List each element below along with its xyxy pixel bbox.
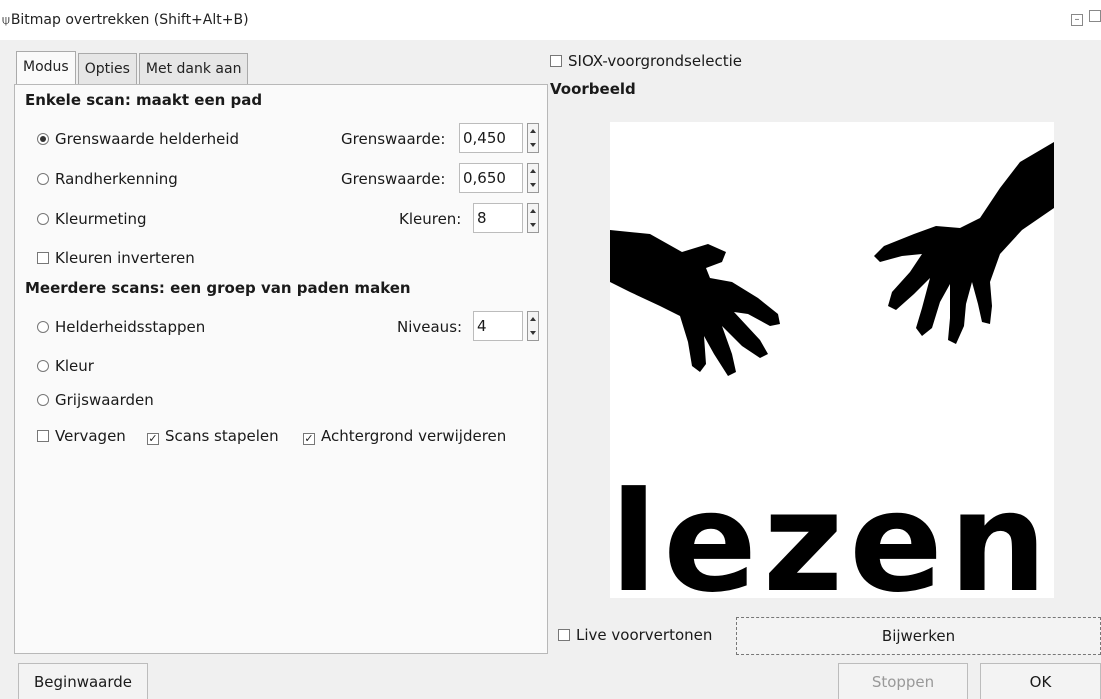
- single-scan-heading: Enkele scan: maakt een pad: [25, 91, 263, 109]
- title-bar: ⍦Bitmap overtrekken (Shift+Alt+B) –: [0, 0, 1101, 40]
- reset-button[interactable]: Beginwaarde: [18, 663, 148, 699]
- invert-label: Kleuren inverteren: [55, 249, 195, 267]
- multi-scan-heading: Meerdere scans: een groep van paden make…: [25, 279, 411, 297]
- checkbox-stack[interactable]: ✓ Scans stapelen: [147, 427, 279, 445]
- radio-grays[interactable]: Grijswaarden: [37, 391, 154, 409]
- stack-label: Scans stapelen: [165, 427, 279, 445]
- window-title: ⍦Bitmap overtrekken (Shift+Alt+B): [2, 12, 249, 28]
- preview-heading: Voorbeeld: [550, 80, 636, 98]
- checkbox-live-preview[interactable]: Live voorvertonen: [558, 626, 712, 644]
- radio-brightness-steps[interactable]: Helderheidsstappen: [37, 318, 205, 336]
- update-button[interactable]: Bijwerken: [736, 617, 1101, 655]
- siox-label: SIOX-voorgrondselectie: [568, 52, 742, 70]
- brightness-steps-label: Helderheidsstappen: [55, 318, 206, 336]
- ok-button[interactable]: OK: [980, 663, 1101, 699]
- radio-unselected-icon: [37, 213, 49, 225]
- grays-label: Grijswaarden: [55, 391, 154, 409]
- checkbox-remove-bg[interactable]: ✓ Achtergrond verwijderen: [303, 427, 506, 445]
- live-preview-label: Live voorvertonen: [576, 626, 713, 644]
- window-controls: –: [1065, 10, 1101, 26]
- inkscape-icon: ⍦: [2, 13, 10, 28]
- stop-button[interactable]: Stoppen: [838, 663, 968, 699]
- preview-logo-text: lezen: [610, 462, 1053, 598]
- tab-modus[interactable]: Modus: [16, 51, 76, 85]
- levels-input[interactable]: 4: [473, 311, 523, 341]
- radio-color-quantization[interactable]: Kleurmeting: [37, 210, 147, 228]
- smooth-label: Vervagen: [55, 427, 126, 445]
- radio-unselected-icon: [37, 394, 49, 406]
- checkbox-invert[interactable]: Kleuren inverteren: [37, 249, 195, 267]
- checkbox-unchecked-icon: [558, 629, 570, 641]
- colors-count-stepper[interactable]: [527, 203, 539, 233]
- checkbox-unchecked-icon: [550, 55, 562, 67]
- checkbox-smooth[interactable]: Vervagen: [37, 427, 126, 445]
- modus-panel: Enkele scan: maakt een pad Grenswaarde h…: [14, 84, 548, 654]
- checkbox-checked-icon: ✓: [303, 432, 315, 445]
- edge-threshold-label: Grenswaarde:: [341, 170, 446, 188]
- maximize-icon[interactable]: [1089, 10, 1101, 22]
- remove-bg-label: Achtergrond verwijderen: [321, 427, 507, 445]
- checkbox-checked-icon: ✓: [147, 432, 159, 445]
- radio-unselected-icon: [37, 321, 49, 333]
- colors-label: Kleur: [55, 357, 94, 375]
- checkbox-unchecked-icon: [37, 430, 49, 442]
- colors-count-label: Kleuren:: [399, 210, 462, 228]
- edge-threshold-stepper[interactable]: [527, 163, 539, 193]
- brightness-threshold-stepper[interactable]: [527, 123, 539, 153]
- minimize-icon[interactable]: –: [1071, 14, 1083, 26]
- levels-stepper[interactable]: [527, 311, 539, 341]
- left-hand-shape: [610, 230, 780, 376]
- radio-unselected-icon: [37, 173, 49, 185]
- radio-edge-label: Randherkenning: [55, 170, 178, 188]
- radio-colors[interactable]: Kleur: [37, 357, 94, 375]
- edge-threshold-input[interactable]: 0,650: [459, 163, 523, 193]
- tab-opties[interactable]: Opties: [77, 53, 137, 85]
- tab-bar: Modus Opties Met dank aan: [16, 51, 250, 85]
- radio-edge-detection[interactable]: Randherkenning: [37, 170, 178, 188]
- radio-brightness-label: Grenswaarde helderheid: [55, 130, 240, 148]
- preview-image: lezen: [610, 122, 1054, 598]
- tab-met-dank-aan[interactable]: Met dank aan: [138, 53, 249, 85]
- hands-illustration: lezen: [610, 142, 1054, 598]
- radio-brightness-cutoff[interactable]: Grenswaarde helderheid: [37, 130, 239, 148]
- radio-color-label: Kleurmeting: [55, 210, 147, 228]
- brightness-threshold-label: Grenswaarde:: [341, 130, 446, 148]
- radio-unselected-icon: [37, 360, 49, 372]
- levels-label: Niveaus:: [397, 318, 463, 336]
- colors-count-input[interactable]: 8: [473, 203, 523, 233]
- brightness-threshold-input[interactable]: 0,450: [459, 123, 523, 153]
- window-title-text: Bitmap overtrekken (Shift+Alt+B): [10, 12, 249, 28]
- right-hand-shape: [874, 142, 1054, 344]
- checkbox-unchecked-icon: [37, 252, 49, 264]
- checkbox-siox[interactable]: SIOX-voorgrondselectie: [550, 52, 742, 70]
- radio-selected-icon: [37, 133, 49, 145]
